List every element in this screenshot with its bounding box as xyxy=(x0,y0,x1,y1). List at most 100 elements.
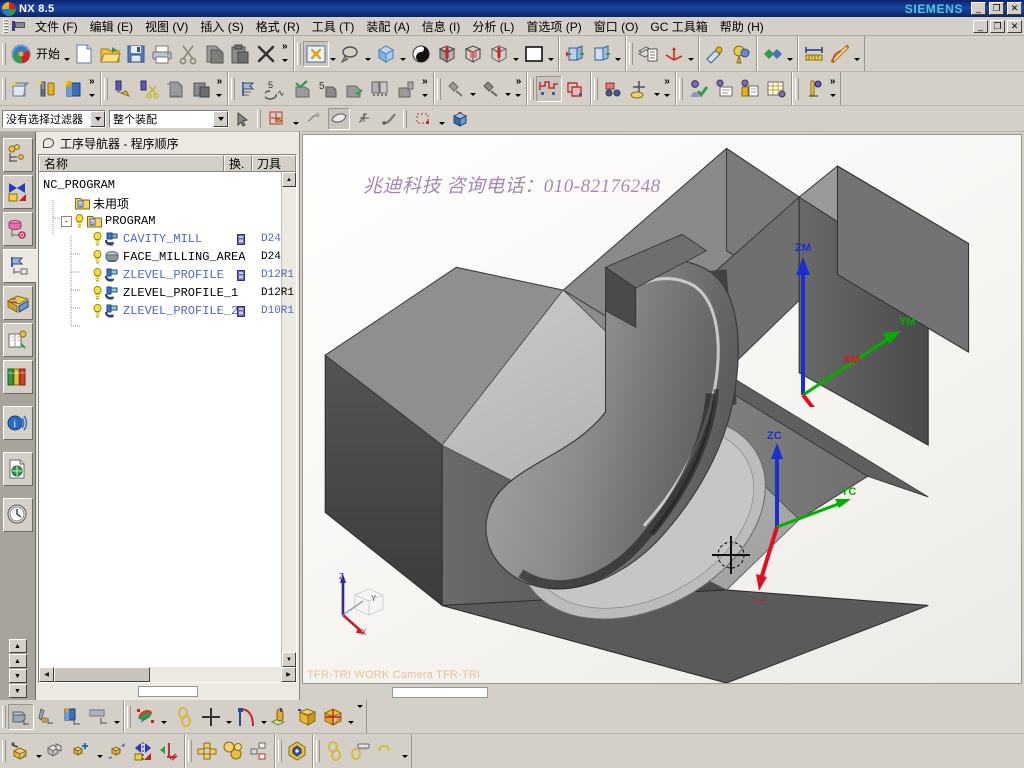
selection-filter-arrow[interactable] xyxy=(90,110,105,127)
cam-simulate-overflow[interactable]: » xyxy=(661,76,673,86)
resource-tab-operation-navigator[interactable] xyxy=(2,249,36,283)
standard-toolbar-grip[interactable] xyxy=(2,42,6,65)
background-dropdown[interactable] xyxy=(547,41,556,67)
intersection-point-button[interactable] xyxy=(353,108,375,130)
render-dropdown[interactable] xyxy=(786,41,795,67)
navigator-horizontal-scrollbar[interactable]: ◀ ▶ xyxy=(39,667,296,682)
menu-format[interactable]: 格式 (R) xyxy=(250,17,306,36)
curve-select-button[interactable] xyxy=(378,108,400,130)
add-feature-button[interactable] xyxy=(69,738,95,764)
selection-filter-combo[interactable]: 没有选择过滤器 xyxy=(2,109,106,128)
cam-workpiece-grip[interactable] xyxy=(530,77,535,100)
scroll-right-button[interactable]: ▶ xyxy=(281,667,296,682)
add-feature-dropdown[interactable] xyxy=(95,738,104,764)
cam-insert-grip[interactable] xyxy=(2,77,6,100)
analysis-color-dropdown[interactable] xyxy=(159,704,168,730)
perpendicular-button[interactable] xyxy=(156,738,182,764)
simulate-dropdown[interactable] xyxy=(652,76,661,102)
standard-toolbar-more[interactable] xyxy=(280,58,289,68)
graphics-splitter[interactable] xyxy=(392,686,488,698)
menu-file[interactable]: 文件 (F) xyxy=(29,17,84,36)
measure-dropdown[interactable] xyxy=(853,41,862,67)
pattern-feature-button[interactable] xyxy=(194,738,220,764)
menu-insert[interactable]: 插入 (S) xyxy=(194,17,249,36)
cam-operation-grip[interactable] xyxy=(103,77,108,100)
measure-angle-button[interactable] xyxy=(827,41,853,67)
column-header-change[interactable]: 换. xyxy=(224,155,252,171)
measure-distance-button[interactable] xyxy=(801,41,827,67)
utility-toolbar-grip[interactable] xyxy=(628,42,633,65)
bottom-feature-more[interactable] xyxy=(355,704,364,714)
save-button[interactable] xyxy=(123,41,149,67)
render-style-button[interactable] xyxy=(760,41,786,67)
scroll-down-button[interactable]: ▼ xyxy=(282,652,296,667)
static-wireframe-button[interactable] xyxy=(460,41,486,67)
more-options-button[interactable] xyxy=(374,738,400,764)
resource-tab-constraint-navigator[interactable] xyxy=(2,175,33,209)
resource-bar-scroll[interactable]: ▲ ▲ ▼ ▼ xyxy=(8,639,27,698)
orient-view-button[interactable] xyxy=(449,108,471,130)
tree-row[interactable]: s 未用项 xyxy=(39,194,281,212)
graphics-view[interactable]: 兆迪科技 咨询电话：010-82176248 ZM YM XM ZC YC Z … xyxy=(302,134,1022,684)
offset-button[interactable] xyxy=(246,738,272,764)
mirror-button[interactable] xyxy=(130,738,156,764)
snap-point-dropdown[interactable] xyxy=(291,110,300,128)
output-cls-button[interactable] xyxy=(478,76,504,102)
cam-generate-more[interactable] xyxy=(420,93,429,103)
cut-operation-button[interactable] xyxy=(136,76,162,102)
workpiece-button[interactable] xyxy=(536,75,563,102)
move-face-button[interactable] xyxy=(104,738,130,764)
gift-pattern-button[interactable] xyxy=(320,704,346,730)
tree-row[interactable]: ZLEVEL_PROFILE_1 D12R1 xyxy=(39,284,294,302)
resource-scroll-down[interactable]: ▼ xyxy=(8,669,27,683)
tree-row[interactable]: CAVITY_MILL D24 xyxy=(39,230,281,248)
menubar-grip[interactable] xyxy=(3,18,8,34)
generate-toolpath-button[interactable] xyxy=(237,76,263,102)
report-button[interactable] xyxy=(737,76,763,102)
start-label[interactable]: 开始 xyxy=(34,45,62,62)
create-program-bottom-button[interactable] xyxy=(86,704,112,730)
point-on-curve-button[interactable] xyxy=(303,108,325,130)
start-dropdown-arrow[interactable] xyxy=(62,41,71,67)
bottom-feature-grip[interactable] xyxy=(127,705,131,728)
extrude-button[interactable] xyxy=(268,704,294,730)
create-method-bottom-button[interactable] xyxy=(60,704,86,730)
resource-tab-part-library[interactable] xyxy=(2,360,33,394)
bottom-misc-grip[interactable] xyxy=(316,740,320,762)
bottom-create-dropdown[interactable] xyxy=(112,704,121,730)
bottom-misc-dropdown[interactable] xyxy=(400,738,409,764)
shaded-edges-button[interactable] xyxy=(434,41,460,67)
datum-button[interactable] xyxy=(43,738,69,764)
create-geometry-bottom-button[interactable] xyxy=(8,703,34,730)
analysis-color-button[interactable] xyxy=(133,704,159,730)
compare-button[interactable] xyxy=(367,76,393,102)
document-close-button[interactable]: ✕ xyxy=(1007,19,1022,33)
create-operation-button[interactable] xyxy=(110,76,136,102)
cam-simulate-grip[interactable] xyxy=(594,77,599,100)
resource-scroll-up[interactable]: ▲ xyxy=(8,654,27,668)
rotate-dropdown[interactable] xyxy=(399,41,408,67)
resource-tab-assembly-navigator[interactable] xyxy=(2,138,33,172)
cam-post-grip[interactable] xyxy=(436,77,441,100)
cam-post-overflow[interactable]: » xyxy=(513,76,525,86)
cam-misc-grip[interactable] xyxy=(794,77,799,100)
resource-scroll-down-bottom[interactable]: ▼ xyxy=(8,684,27,698)
wcs-dropdown[interactable] xyxy=(687,41,696,67)
bottom-pattern-grip[interactable] xyxy=(188,740,192,762)
cam-post-more[interactable] xyxy=(514,93,523,103)
copy-operation-button[interactable] xyxy=(162,76,188,102)
toolpath-view-button[interactable] xyxy=(626,76,652,102)
create-tool-button[interactable] xyxy=(34,76,60,102)
shaded-render-button[interactable] xyxy=(408,41,434,67)
section-dropdown[interactable] xyxy=(614,41,623,67)
bottom-create-grip[interactable] xyxy=(2,705,6,728)
cam-generate-overflow[interactable]: » xyxy=(419,76,431,86)
zoom-button[interactable] xyxy=(338,41,364,67)
point-dropdown[interactable] xyxy=(224,704,233,730)
fit-view-button[interactable] xyxy=(302,40,329,67)
menu-assembly[interactable]: 装配 (A) xyxy=(360,17,415,36)
style-dropdown[interactable] xyxy=(512,41,521,67)
snap-point-button[interactable] xyxy=(266,108,288,130)
cam-insert-overflow[interactable]: » xyxy=(86,76,98,86)
measure-tool-button[interactable] xyxy=(348,738,374,764)
